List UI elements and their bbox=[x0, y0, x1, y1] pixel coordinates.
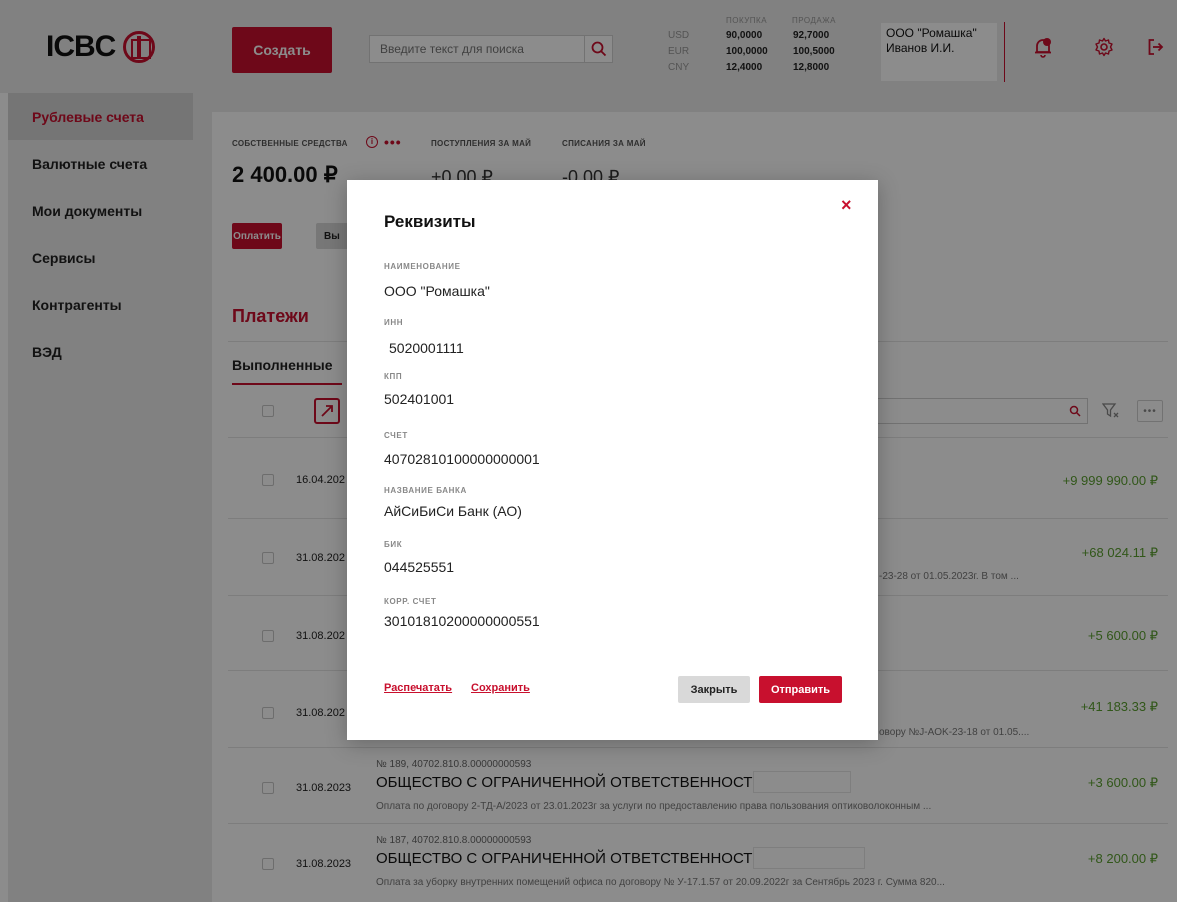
modal-title: Реквизиты bbox=[384, 212, 476, 231]
field-label-name: НАИМЕНОВАНИЕ bbox=[384, 262, 461, 271]
field-value-bik: 044525551 bbox=[384, 559, 455, 575]
print-link[interactable]: Распечатать bbox=[384, 682, 452, 694]
field-label-kpp: КПП bbox=[384, 372, 403, 381]
field-label-bik: БИК bbox=[384, 540, 403, 549]
field-label-account: СЧЕТ bbox=[384, 431, 408, 440]
field-value-corr-account: 30101810200000000551 bbox=[384, 613, 540, 629]
field-value-inn: 5020001111 bbox=[389, 340, 464, 356]
close-icon[interactable]: × bbox=[841, 195, 852, 216]
field-value-name: ООО "Ромашка" bbox=[384, 283, 490, 299]
field-value-account: 40702810100000000001 bbox=[384, 451, 540, 467]
field-value-kpp: 502401001 bbox=[384, 391, 455, 407]
save-link[interactable]: Сохранить bbox=[471, 682, 530, 694]
field-label-inn: ИНН bbox=[384, 318, 404, 327]
field-label-corr-account: КОРР. СЧЕТ bbox=[384, 597, 437, 606]
send-button[interactable]: Отправить bbox=[759, 676, 842, 703]
close-button[interactable]: Закрыть bbox=[678, 676, 750, 703]
field-label-bank-name: НАЗВАНИЕ БАНКА bbox=[384, 486, 467, 495]
requisites-modal: Реквизиты × НАИМЕНОВАНИЕ ООО "Ромашка" И… bbox=[347, 180, 878, 740]
field-value-bank-name: АйСиБиСи Банк (АО) bbox=[384, 503, 522, 519]
